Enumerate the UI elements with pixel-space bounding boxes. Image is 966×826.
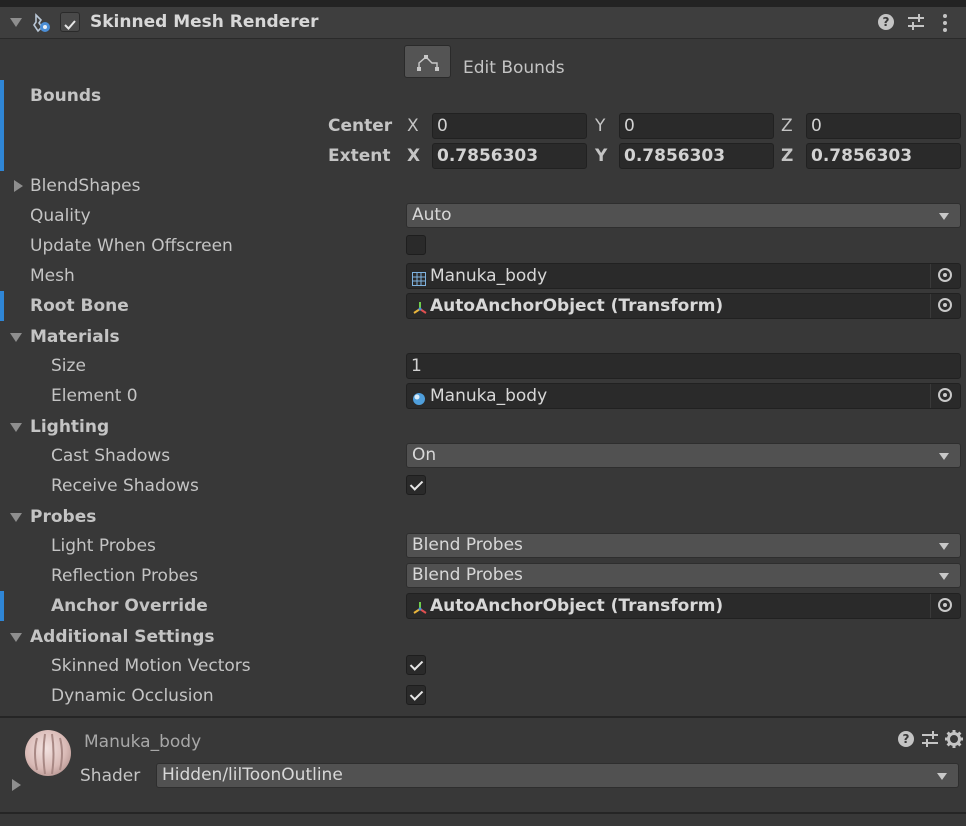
center-x-label: X (407, 116, 419, 136)
component-foldout-arrow[interactable] (9, 15, 23, 29)
root-bone-object-field[interactable]: AutoAnchorObject (Transform) (406, 293, 961, 319)
blendshapes-foldout-arrow[interactable] (11, 179, 25, 193)
anchor-override-object-field[interactable]: AutoAnchorObject (Transform) (406, 593, 961, 619)
quality-dropdown[interactable]: Auto (406, 203, 961, 228)
top-divider (0, 0, 966, 7)
object-picker-icon[interactable] (930, 294, 960, 318)
light-probes-value: Blend Probes (412, 535, 523, 555)
component-header[interactable]: Skinned Mesh Renderer ? (0, 7, 966, 39)
center-z-field[interactable]: 0 (806, 113, 961, 139)
skinned-motion-vectors-checkbox[interactable] (406, 655, 426, 675)
materials-size-label: Size (51, 356, 86, 376)
chevron-down-icon (939, 453, 949, 460)
material-sphere-icon (412, 389, 426, 405)
materials-label[interactable]: Materials (30, 327, 120, 347)
shader-dropdown[interactable]: Hidden/lilToonOutline (156, 763, 959, 788)
reflection-probes-value: Blend Probes (412, 565, 523, 585)
help-icon[interactable]: ? (898, 731, 914, 747)
dynamic-occlusion-label: Dynamic Occlusion (51, 686, 214, 706)
lighting-foldout-arrow[interactable] (9, 420, 23, 434)
object-picker-icon[interactable] (930, 384, 960, 408)
extent-x-field[interactable]: 0.7856303 (432, 143, 587, 169)
bottom-divider (0, 812, 966, 814)
mesh-object-field[interactable]: Manuka_body (406, 263, 961, 289)
material-name: Manuka_body (84, 732, 202, 752)
edit-bounds-label: Edit Bounds (463, 58, 565, 78)
quality-label: Quality (30, 206, 91, 226)
center-y-field[interactable]: 0 (619, 113, 774, 139)
materials-foldout-arrow[interactable] (9, 330, 23, 344)
chevron-down-icon (937, 773, 947, 780)
light-probes-label: Light Probes (51, 536, 156, 556)
checkmark-icon (64, 16, 76, 30)
bounds-override-bar (0, 80, 4, 171)
light-probes-dropdown[interactable]: Blend Probes (406, 533, 961, 558)
extent-x-label: X (407, 146, 421, 166)
material-element0-value: Manuka_body (430, 386, 548, 406)
cast-shadows-value: On (412, 445, 437, 465)
gear-icon[interactable] (944, 729, 964, 749)
update-when-offscreen-label: Update When Offscreen (30, 236, 233, 256)
material-element0-object-field[interactable]: Manuka_body (406, 383, 961, 409)
center-label: Center (328, 116, 393, 136)
update-when-offscreen-checkbox[interactable] (406, 235, 426, 255)
preset-sliders-icon[interactable] (920, 730, 940, 748)
extent-z-label: Z (781, 146, 794, 166)
mesh-value: Manuka_body (430, 266, 548, 286)
root-bone-label: Root Bone (30, 296, 129, 316)
additional-settings-label[interactable]: Additional Settings (30, 627, 215, 647)
preset-sliders-icon[interactable] (906, 13, 926, 31)
additional-settings-foldout-arrow[interactable] (9, 630, 23, 644)
shader-label: Shader (80, 766, 141, 786)
chevron-down-icon (939, 213, 949, 220)
extent-y-field[interactable]: 0.7856303 (619, 143, 774, 169)
chevron-down-icon (939, 573, 949, 580)
center-z-label: Z (781, 116, 793, 136)
reflection-probes-dropdown[interactable]: Blend Probes (406, 563, 961, 588)
object-picker-icon[interactable] (930, 594, 960, 618)
cast-shadows-label: Cast Shadows (51, 446, 171, 466)
extent-label: Extent (328, 146, 391, 166)
material-foldout-arrow[interactable] (9, 778, 23, 792)
bounds-label: Bounds (30, 86, 102, 106)
probes-label[interactable]: Probes (30, 507, 96, 527)
edit-bounds-button[interactable] (404, 45, 451, 78)
quality-value: Auto (412, 205, 452, 225)
transform-icon (412, 599, 428, 615)
dynamic-occlusion-checkbox[interactable] (406, 685, 426, 705)
component-title: Skinned Mesh Renderer (90, 12, 319, 32)
edit-bounds-icon (416, 52, 440, 72)
transform-icon (412, 299, 428, 315)
help-icon[interactable]: ? (878, 14, 894, 30)
material-element0-label: Element 0 (51, 386, 138, 406)
kebab-menu-icon[interactable] (940, 13, 950, 33)
component-divider (0, 716, 966, 718)
center-x-field[interactable]: 0 (432, 113, 587, 139)
anchor-override-value: AutoAnchorObject (Transform) (430, 596, 724, 616)
shader-value: Hidden/lilToonOutline (162, 765, 343, 785)
receive-shadows-checkbox[interactable] (406, 475, 426, 495)
probes-foldout-arrow[interactable] (9, 510, 23, 524)
skinned-motion-vectors-label: Skinned Motion Vectors (51, 656, 251, 676)
extent-z-field[interactable]: 0.7856303 (806, 143, 961, 169)
lighting-label[interactable]: Lighting (30, 417, 109, 437)
root-bone-value: AutoAnchorObject (Transform) (430, 296, 724, 316)
anchor-override-bar (0, 591, 4, 621)
root-bone-override-bar (0, 291, 4, 321)
chevron-down-icon (939, 543, 949, 550)
skinned-mesh-renderer-icon (30, 12, 52, 34)
receive-shadows-label: Receive Shadows (51, 476, 199, 496)
object-picker-icon[interactable] (930, 264, 960, 288)
cast-shadows-dropdown[interactable]: On (406, 443, 961, 468)
mesh-grid-icon (412, 269, 426, 286)
anchor-override-label: Anchor Override (51, 596, 208, 616)
mesh-label: Mesh (30, 266, 75, 286)
material-preview-thumbnail (25, 730, 71, 776)
reflection-probes-label: Reflection Probes (51, 566, 199, 586)
blendshapes-label[interactable]: BlendShapes (30, 176, 141, 196)
center-y-label: Y (595, 116, 606, 136)
materials-size-field[interactable]: 1 (406, 353, 961, 379)
extent-y-label: Y (595, 146, 608, 166)
